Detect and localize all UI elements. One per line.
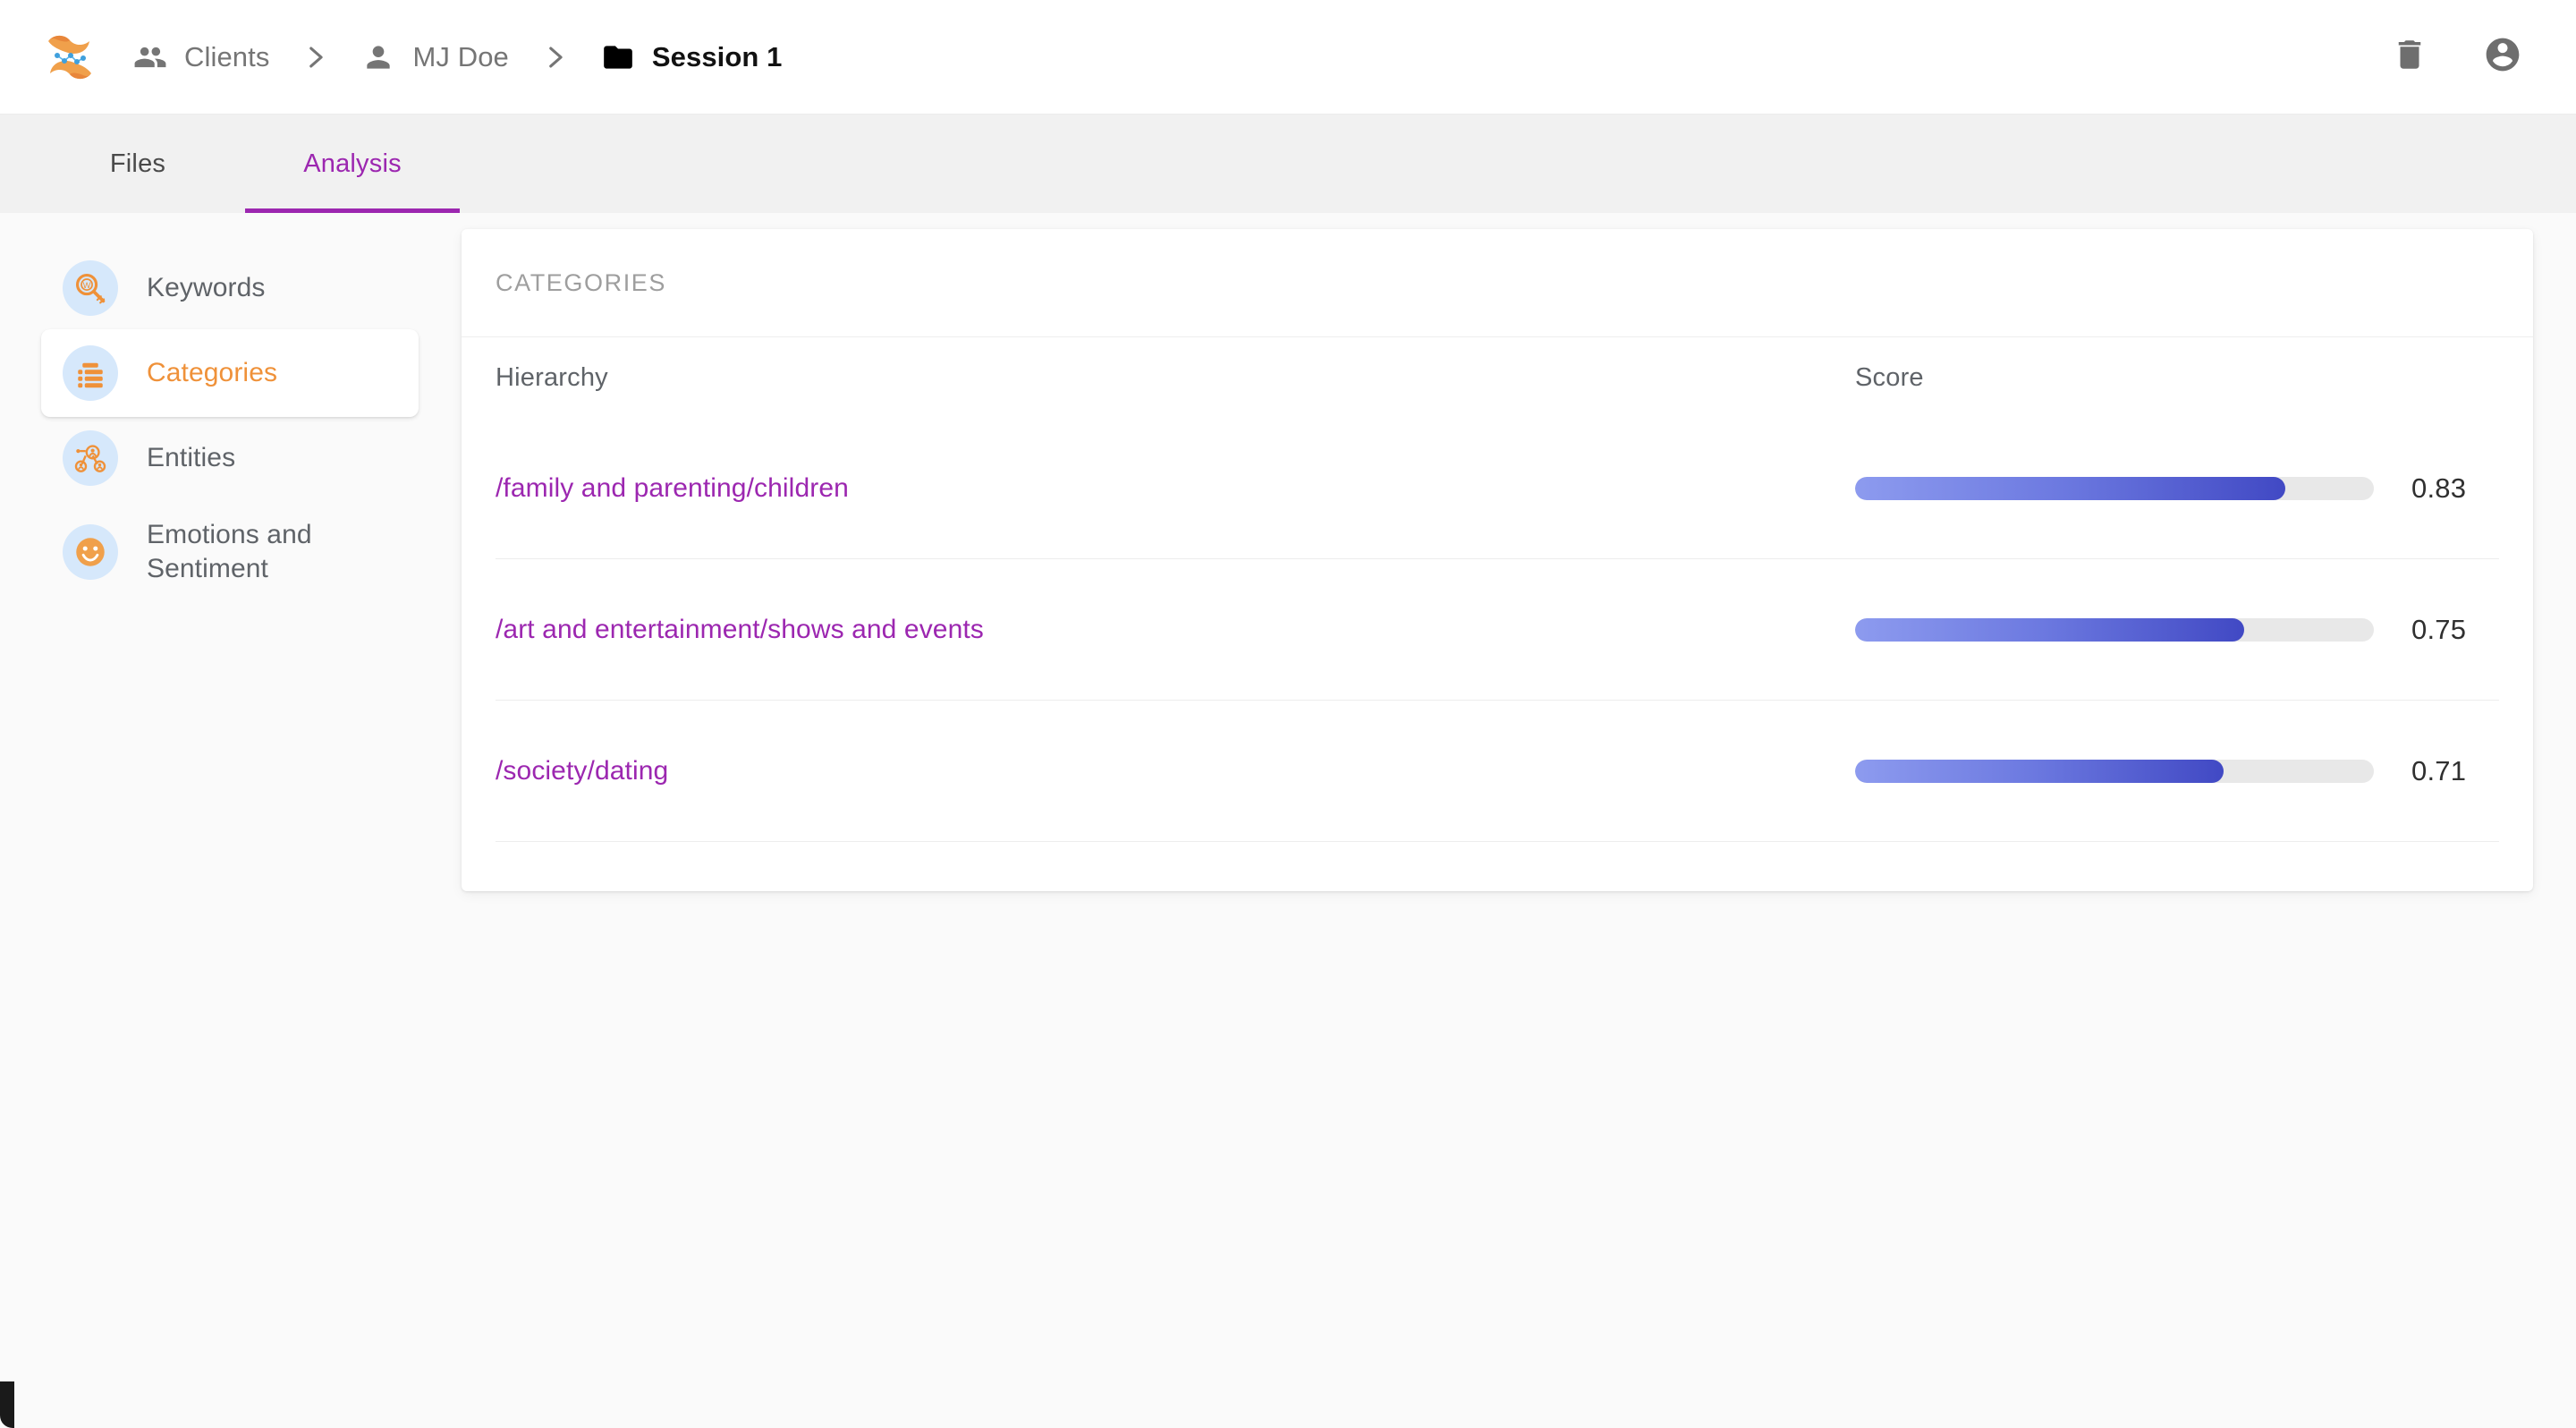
- score-cell: 0.83: [1855, 472, 2499, 505]
- delete-button[interactable]: [2388, 36, 2431, 79]
- column-header-hierarchy: Hierarchy: [496, 362, 608, 392]
- app-logo[interactable]: [41, 29, 98, 86]
- table-row[interactable]: /family and parenting/children 0.83: [462, 418, 2533, 559]
- hierarchy-link[interactable]: /family and parenting/children: [496, 473, 849, 503]
- breadcrumb-label-clients: Clients: [184, 40, 270, 72]
- person-icon: [360, 39, 396, 75]
- sidebar-item-label-categories: Categories: [147, 357, 278, 387]
- window-corner-artifact: [0, 1381, 14, 1428]
- breadcrumb-label-client: MJ Doe: [412, 40, 509, 72]
- account-circle-icon: [2483, 35, 2522, 79]
- hierarchy-link[interactable]: /art and entertainment/shows and events: [496, 615, 984, 644]
- tab-analysis-label: Analysis: [303, 149, 402, 178]
- keyword-search-icon: W: [63, 260, 118, 316]
- top-bar: Clients MJ Doe Session 1: [0, 0, 2576, 115]
- breadcrumb: Clients MJ Doe Session 1: [132, 39, 2388, 75]
- hierarchy-cell: /family and parenting/children: [496, 473, 1855, 504]
- score-bar-track: [1855, 760, 2374, 783]
- hierarchy-link[interactable]: /society/dating: [496, 756, 668, 786]
- account-button[interactable]: [2481, 36, 2524, 79]
- score-bar-track: [1855, 618, 2374, 642]
- score-cell: 0.71: [1855, 755, 2499, 787]
- hierarchy-cell: /society/dating: [496, 756, 1855, 786]
- topbar-actions: [2388, 36, 2524, 79]
- tab-analysis[interactable]: Analysis: [245, 115, 460, 213]
- score-value: 0.71: [2411, 755, 2467, 786]
- svg-text:W: W: [83, 281, 91, 290]
- sidebar-item-keywords[interactable]: W Keywords: [41, 247, 419, 329]
- sidebar-item-label-emotions: Emotions and Sentiment: [147, 519, 312, 583]
- chevron-right-icon: [299, 39, 331, 75]
- emotion-smiley-icon: [63, 524, 118, 580]
- breadcrumb-item-session[interactable]: Session 1: [600, 39, 783, 75]
- score-cell: 0.75: [1855, 614, 2499, 646]
- sidebar-item-entities[interactable]: Entities: [41, 417, 419, 499]
- breadcrumb-label-session: Session 1: [651, 40, 783, 72]
- tab-files-label: Files: [109, 149, 166, 178]
- categories-card: CATEGORIES Hierarchy Score /family and p…: [462, 229, 2533, 891]
- breadcrumb-item-client[interactable]: MJ Doe: [360, 39, 509, 75]
- trash-icon: [2391, 36, 2428, 78]
- chevron-right-icon-2: [538, 39, 571, 75]
- table-footer-spacer: [462, 842, 2533, 891]
- breadcrumb-item-clients[interactable]: Clients: [132, 39, 269, 75]
- table-row[interactable]: /art and entertainment/shows and events …: [462, 559, 2533, 701]
- tab-bar: Files Analysis: [0, 115, 2576, 213]
- score-bar-fill: [1855, 760, 2224, 783]
- score-value: 0.83: [2411, 472, 2467, 504]
- score-value: 0.75: [2411, 614, 2467, 645]
- page-body: W Keywords Categories Entities Emotions …: [0, 213, 2576, 1428]
- entities-network-icon: [63, 430, 118, 486]
- people-icon: [132, 39, 168, 75]
- score-bar-track: [1855, 477, 2374, 500]
- categories-table: Hierarchy Score /family and parenting/ch…: [462, 337, 2533, 891]
- tab-files[interactable]: Files: [30, 115, 245, 213]
- hierarchy-cell: /art and entertainment/shows and events: [496, 615, 1855, 645]
- sidebar-item-emotions-and-sentiment[interactable]: Emotions and Sentiment: [41, 499, 419, 605]
- table-header-row: Hierarchy Score: [462, 337, 2533, 418]
- sidebar-item-label-entities: Entities: [147, 442, 236, 472]
- column-header-score: Score: [1855, 362, 1924, 392]
- table-row[interactable]: /society/dating 0.71: [462, 701, 2533, 842]
- score-bar-fill: [1855, 477, 2286, 500]
- card-title: CATEGORIES: [496, 268, 667, 296]
- score-bar-fill: [1855, 618, 2244, 642]
- analysis-sidebar: W Keywords Categories Entities Emotions …: [0, 213, 462, 605]
- sidebar-item-categories[interactable]: Categories: [41, 329, 419, 417]
- categories-list-icon: [63, 345, 118, 401]
- folder-icon: [600, 39, 636, 75]
- sidebar-item-label-keywords: Keywords: [147, 272, 266, 302]
- card-header: CATEGORIES: [462, 229, 2533, 337]
